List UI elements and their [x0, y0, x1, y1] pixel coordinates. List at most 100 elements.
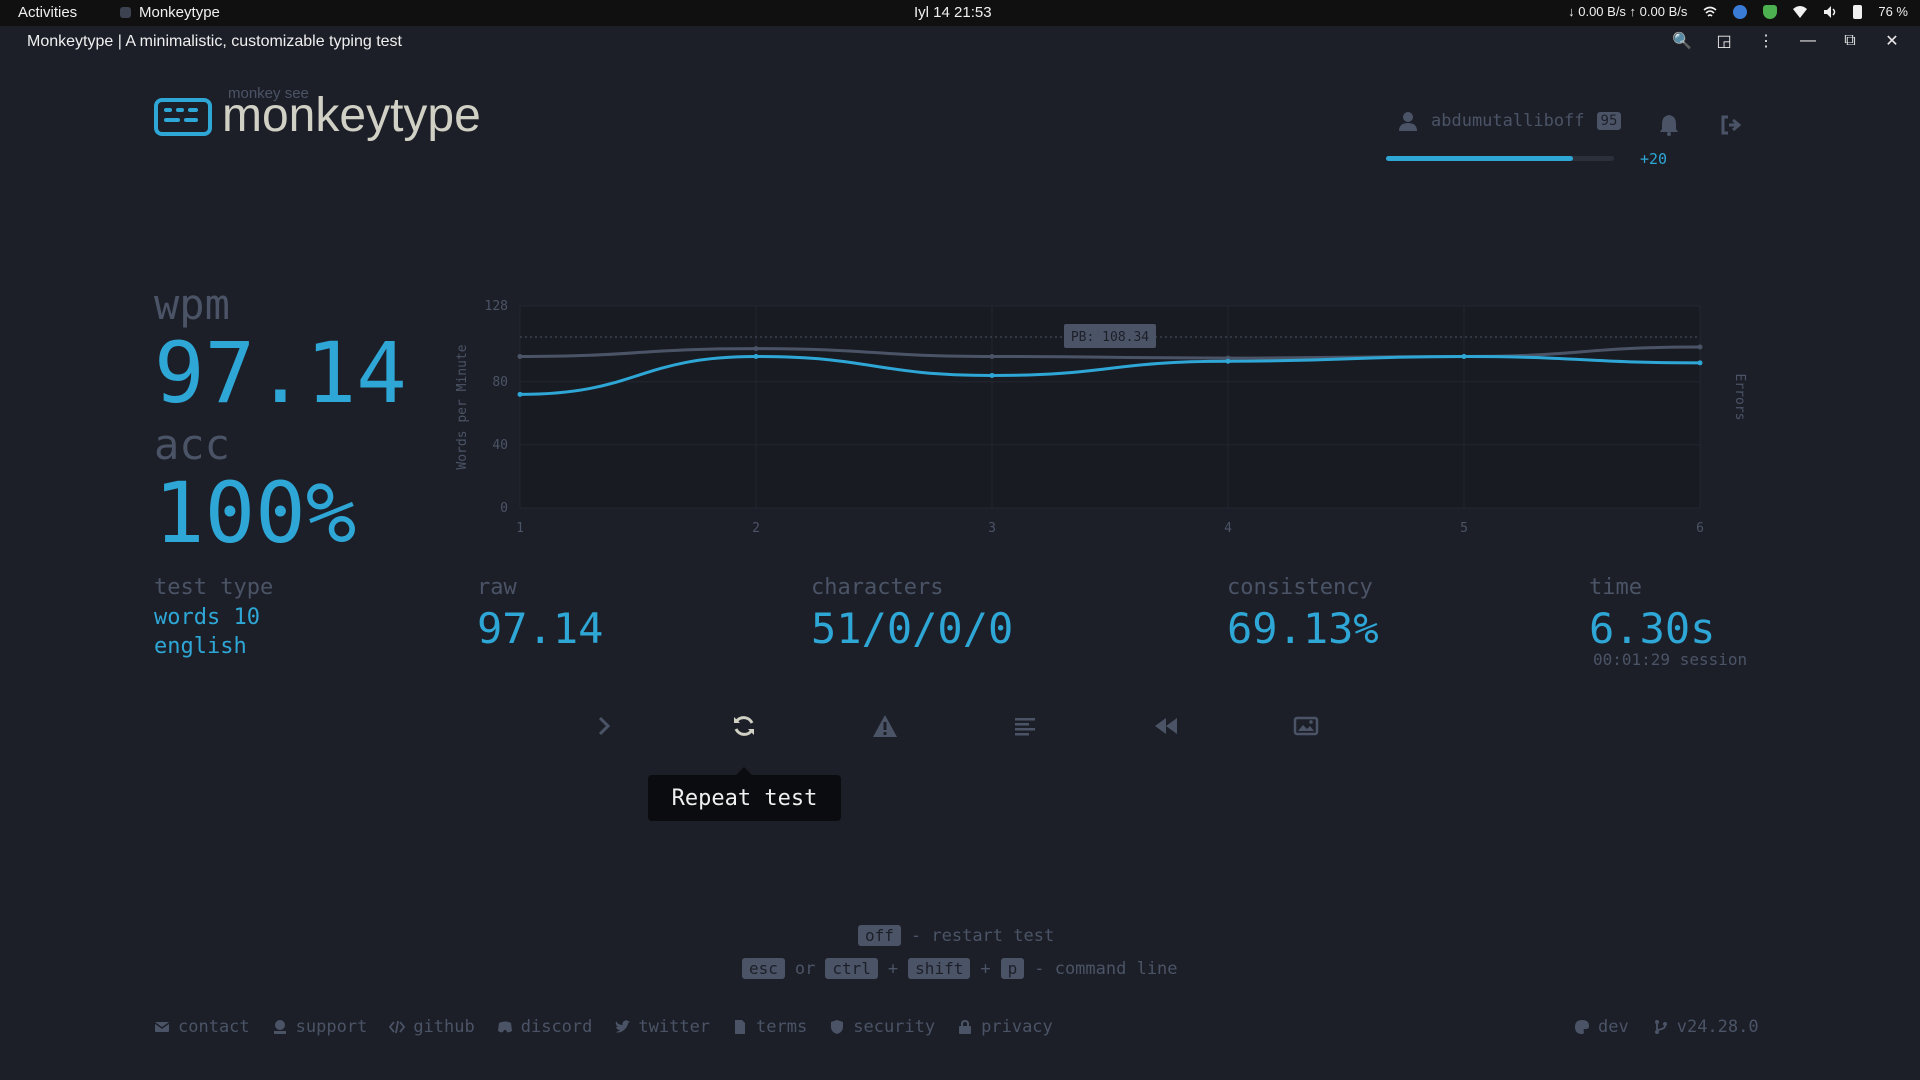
notification-bell-icon[interactable] — [1657, 113, 1681, 137]
pb-label: PB: 108.34 — [1071, 330, 1149, 345]
screenshot-image-icon[interactable] — [1292, 712, 1320, 740]
x-tick-label: 2 — [752, 521, 760, 536]
acc-label: acc — [154, 420, 230, 469]
footer-github-label: github — [413, 1017, 475, 1037]
donate-icon — [273, 1020, 286, 1034]
consistency-value[interactable]: 69.13% — [1227, 604, 1379, 653]
time-stat: time 6.30s — [1589, 575, 1715, 653]
data-point-raw — [1697, 344, 1703, 350]
footer-github[interactable]: github — [389, 1017, 475, 1037]
extensions-icon[interactable]: ◲ — [1714, 31, 1734, 51]
minimize-icon[interactable]: — — [1798, 31, 1818, 51]
theme-button[interactable]: dev — [1574, 1017, 1629, 1037]
user-icon — [1399, 112, 1417, 131]
data-point-wpm — [1461, 354, 1467, 359]
activities-button[interactable]: Activities — [18, 4, 77, 21]
version-button[interactable]: v24.28.0 — [1653, 1017, 1759, 1037]
wifi-signal-icon — [1703, 6, 1717, 17]
footer-discord[interactable]: discord — [497, 1017, 593, 1037]
y-tick-label: 80 — [492, 375, 508, 390]
clock[interactable]: Iyl 14 21:53 — [914, 4, 992, 21]
y2-axis-label: Errors — [1732, 374, 1747, 421]
command-line-hint-text: - command line — [1034, 958, 1178, 979]
xp-gain: +20 — [1640, 150, 1668, 168]
window-title: Monkeytype | A minimalistic, customizabl… — [27, 33, 402, 50]
account-button[interactable]: abdumutalliboff 95 — [1397, 110, 1622, 132]
system-top-bar: Activities Monkeytype Iyl 14 21:53 ↓ 0.0… — [0, 0, 1920, 26]
data-point-wpm — [1225, 358, 1231, 364]
restore-icon[interactable]: ⧉ — [1840, 31, 1860, 51]
footer-twitter-label: twitter — [638, 1017, 711, 1037]
theme-name: dev — [1598, 1017, 1629, 1037]
xp-progress-fill — [1386, 156, 1573, 161]
system-tray[interactable]: ↓ 0.00 B/s ↑ 0.00 B/s 76 % — [1568, 4, 1908, 19]
words-history-icon[interactable] — [1011, 712, 1039, 740]
close-icon[interactable]: ✕ — [1882, 31, 1902, 51]
restart-hint-text: - restart test — [910, 925, 1055, 946]
wpm-chart[interactable]: 1 2 3 4 5 6 0 40 80 128 PB: 108.34 Words per Minute… — [440, 290, 1760, 550]
ctrl-key: ctrl — [825, 958, 878, 979]
data-point-raw — [989, 354, 995, 359]
net-speed: ↓ 0.00 B/s ↑ 0.00 B/s — [1568, 4, 1688, 19]
logout-icon[interactable] — [1719, 113, 1743, 137]
menu-kebab-icon[interactable]: ⋮ — [1756, 31, 1776, 51]
characters-value[interactable]: 51/0/0/0 — [811, 604, 1013, 653]
code-branch-icon — [1654, 1020, 1667, 1034]
focused-app-indicator[interactable]: Monkeytype — [120, 4, 220, 21]
raw-value[interactable]: 97.14 — [477, 604, 603, 653]
document-icon — [735, 1020, 746, 1034]
y-tick-label: 40 — [492, 438, 508, 453]
app-icon — [120, 7, 131, 18]
logo[interactable]: monkey see monkeytype — [154, 86, 481, 140]
footer-security[interactable]: security — [829, 1017, 935, 1037]
xp-progress-bar — [1386, 156, 1614, 161]
footer-contact[interactable]: contact — [154, 1017, 250, 1037]
x-tick-label: 5 — [1460, 521, 1468, 536]
characters-label: characters — [811, 575, 944, 600]
consistency-stat: consistency 69.13% — [1227, 575, 1379, 653]
footer-privacy[interactable]: privacy — [957, 1017, 1053, 1037]
footer-meta: dev v24.28.0 — [1574, 1017, 1759, 1037]
next-test-chevron-icon[interactable] — [590, 712, 618, 740]
repeat-test-tooltip: Repeat test — [648, 767, 841, 821]
palette-icon — [1575, 1020, 1589, 1034]
consistency-label: consistency — [1227, 575, 1373, 600]
plus-2: + — [980, 958, 991, 979]
footer-security-label: security — [853, 1017, 936, 1037]
replay-backward-icon[interactable] — [1152, 712, 1180, 740]
characters-stat: characters 51/0/0/0 — [811, 575, 1013, 653]
footer-terms-label: terms — [756, 1017, 808, 1037]
y-axis-label: Words per Minute — [455, 344, 470, 469]
time-value[interactable]: 6.30s — [1589, 604, 1715, 653]
footer-support[interactable]: support — [272, 1017, 367, 1037]
command-line-hint: esc or ctrl + shift + p - command line — [742, 958, 1178, 979]
app-name: Monkeytype — [139, 4, 220, 21]
x-tick-label: 6 — [1696, 521, 1704, 536]
or-text: or — [794, 958, 816, 979]
acc-value[interactable]: 100% — [154, 465, 356, 561]
wpm-value[interactable]: 97.14 — [154, 325, 407, 421]
username: abdumutalliboff — [1431, 111, 1585, 131]
footer-discord-label: discord — [520, 1017, 593, 1037]
wifi-icon — [1793, 5, 1808, 18]
keyboard-logo-icon — [154, 98, 212, 136]
y-tick-label: 128 — [485, 299, 508, 314]
security-shield-icon[interactable] — [1763, 4, 1778, 19]
raw-stat: raw 97.14 — [477, 575, 603, 653]
test-type-mode: words 10 — [154, 605, 260, 630]
repeat-test-refresh-icon[interactable] — [730, 712, 758, 740]
window-controls: 🔍 ◲ ⋮ — ⧉ ✕ — [1672, 31, 1902, 51]
restart-key: off — [858, 925, 901, 946]
zoom-icon[interactable]: 🔍 — [1672, 31, 1692, 51]
vpn-globe-icon[interactable] — [1733, 4, 1748, 19]
logo-subtitle: monkey see — [228, 85, 309, 102]
x-tick-label: 3 — [988, 521, 996, 536]
footer-terms[interactable]: terms — [732, 1017, 807, 1037]
footer-twitter[interactable]: twitter — [614, 1017, 710, 1037]
footer-privacy-label: privacy — [981, 1017, 1053, 1037]
shift-key: shift — [908, 958, 971, 979]
battery-percent: 76 % — [1878, 4, 1908, 19]
practice-warning-icon[interactable] — [871, 712, 899, 740]
data-point-wpm — [517, 391, 523, 397]
data-point-wpm — [1697, 360, 1703, 366]
